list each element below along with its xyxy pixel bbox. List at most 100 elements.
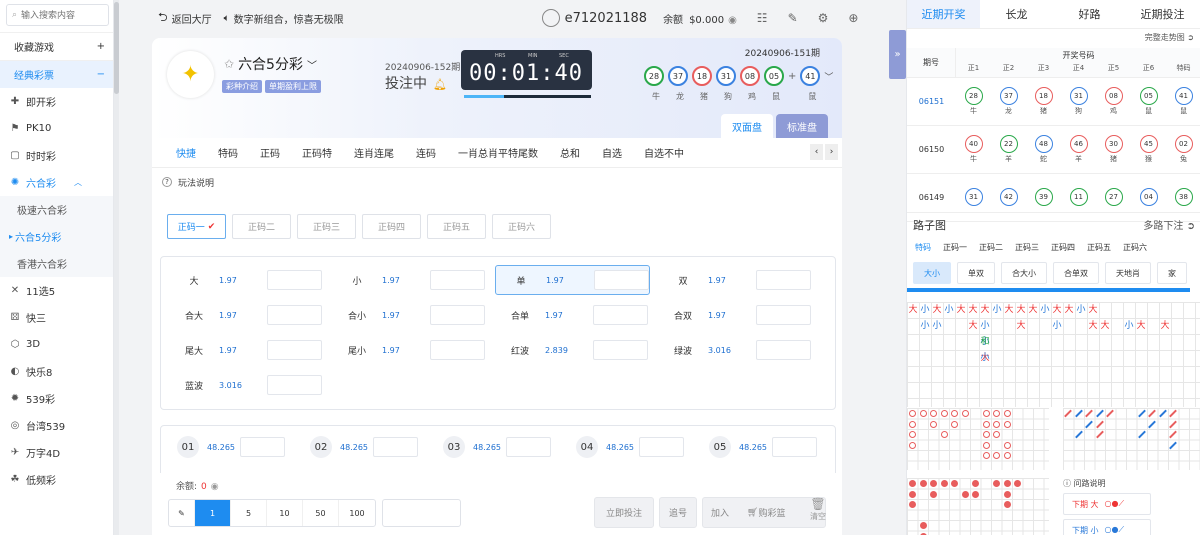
bet-option[interactable]: 合小 1.97: [332, 300, 487, 330]
tab-zhengma-1[interactable]: 正码一 ✔: [167, 214, 226, 239]
number-option[interactable]: 01 48.265: [177, 436, 285, 458]
edit-chips-icon[interactable]: ✎: [169, 500, 195, 526]
chevron-left-icon[interactable]: ‹: [810, 144, 823, 160]
chip-10[interactable]: 10: [267, 500, 303, 526]
announcement-icon[interactable]: ☷: [757, 11, 768, 25]
road-tab[interactable]: 特码: [915, 242, 931, 253]
game-intro-tag[interactable]: 彩种介绍: [222, 80, 262, 93]
bet-amount-input[interactable]: [430, 340, 485, 360]
bet-amount-input[interactable]: [430, 270, 485, 290]
tab-zhengma-3[interactable]: 正码三: [297, 214, 356, 239]
nav-group-classic[interactable]: 经典彩票 −: [0, 60, 113, 88]
nav-item-low-freq[interactable]: ☘ 低频彩: [0, 466, 113, 493]
multi-road-bet-link[interactable]: 多路下注 ➲: [1143, 217, 1195, 232]
tab-zhengma-6[interactable]: 正码六: [492, 214, 551, 239]
bet-option[interactable]: 红波 2.839: [495, 335, 650, 365]
edit-icon[interactable]: ✎: [788, 11, 798, 25]
chip-1[interactable]: 1: [195, 500, 231, 526]
bet-amount-input[interactable]: [593, 305, 648, 325]
search-input[interactable]: [21, 10, 92, 20]
tab-custom[interactable]: 自选: [602, 145, 622, 160]
tab-zhengma-2[interactable]: 正码二: [232, 214, 291, 239]
chip-5[interactable]: 5: [231, 500, 267, 526]
bet-option[interactable]: 尾大 1.97: [169, 335, 324, 365]
nav-item-11x5[interactable]: ✕ 11选5: [0, 277, 113, 304]
number-amount-input[interactable]: [772, 437, 817, 457]
tab-quick[interactable]: 快捷: [176, 145, 196, 160]
number-amount-input[interactable]: [639, 437, 684, 457]
nav-group-favorites[interactable]: 收藏游戏 +: [0, 32, 113, 60]
road-option[interactable]: 合单双: [1053, 262, 1099, 284]
road-option[interactable]: 单双: [957, 262, 995, 284]
road-option[interactable]: 天地肖: [1105, 262, 1151, 284]
nav-item-4d[interactable]: ✈ 万字4D: [0, 439, 113, 466]
road-tab[interactable]: 正码一: [943, 242, 967, 253]
tab-good-road[interactable]: 好路: [1053, 0, 1126, 28]
tab-special[interactable]: 特码: [218, 145, 238, 160]
profit-limit-tag[interactable]: 单期盈利上限: [265, 80, 321, 93]
favorite-star-icon[interactable]: ✩: [224, 57, 234, 71]
nav-sub-marksix-5min[interactable]: 六合5分彩: [0, 223, 113, 250]
collapse-panel-button[interactable]: »: [889, 30, 906, 79]
tab-custom-miss[interactable]: 自选不中: [644, 145, 684, 160]
tab-zhengmate[interactable]: 正码特: [302, 145, 332, 160]
tab-recent-draws[interactable]: 近期开奖: [907, 0, 980, 28]
road-tab[interactable]: 正码五: [1087, 242, 1111, 253]
bet-amount-input[interactable]: [756, 270, 811, 290]
road-option[interactable]: 家: [1157, 262, 1187, 284]
chevron-right-icon[interactable]: ›: [825, 144, 838, 160]
bet-option[interactable]: 双 1.97: [658, 265, 813, 295]
nav-item-3d[interactable]: ⬡ 3D: [0, 331, 113, 358]
bet-option[interactable]: 合大 1.97: [169, 300, 324, 330]
chevron-down-icon[interactable]: ﹀: [824, 70, 833, 83]
back-to-lobby-link[interactable]: ⮌ 返回大厅: [158, 8, 212, 29]
nav-sub-hk-marksix[interactable]: 香港六合彩: [0, 250, 113, 277]
tab-lianxiao[interactable]: 连肖连尾: [354, 145, 394, 160]
bet-amount-input[interactable]: [267, 340, 322, 360]
tab-recent-bets[interactable]: 近期投注: [1126, 0, 1199, 28]
bet-amount-input[interactable]: [267, 270, 322, 290]
add-to-cart-button[interactable]: 加入 🛒︎ 购彩篮: [702, 497, 826, 528]
tab-zhengma-4[interactable]: 正码四: [362, 214, 421, 239]
bet-now-button[interactable]: 立即投注: [594, 497, 654, 528]
nav-item-k3[interactable]: ⚄ 快三: [0, 304, 113, 331]
game-title[interactable]: ✩ 六合5分彩 ﹀: [224, 54, 317, 74]
chip-50[interactable]: 50: [303, 500, 339, 526]
bet-option[interactable]: 尾小 1.97: [332, 335, 487, 365]
tab-total[interactable]: 总和: [560, 145, 580, 160]
amount-input[interactable]: [382, 499, 461, 527]
bet-amount-input[interactable]: [593, 340, 648, 360]
bet-amount-input[interactable]: [756, 340, 811, 360]
bet-option[interactable]: 合单 1.97: [495, 300, 650, 330]
chase-button[interactable]: 追号: [659, 497, 697, 528]
bet-amount-input[interactable]: [267, 375, 322, 395]
number-amount-input[interactable]: [240, 437, 285, 457]
nav-item-pk10[interactable]: ⚑ PK10: [0, 115, 113, 142]
tab-zhengma[interactable]: 正码: [260, 145, 280, 160]
bet-amount-input[interactable]: [430, 305, 485, 325]
nav-item-kl8[interactable]: ◐ 快乐8: [0, 358, 113, 385]
bet-option[interactable]: 大 1.97: [169, 265, 324, 295]
number-option[interactable]: 02 48.265: [310, 436, 418, 458]
number-amount-input[interactable]: [373, 437, 418, 457]
nav-item-marksix[interactable]: ✺ 六合彩 ︿: [0, 169, 113, 196]
search-box[interactable]: ⌕: [6, 4, 109, 26]
next-big-button[interactable]: 下期 大 ○●⟋: [1063, 493, 1151, 515]
nav-item-instant[interactable]: ✚ 即开彩: [0, 88, 113, 115]
eye-icon[interactable]: ◉: [728, 15, 737, 26]
number-option[interactable]: 05 48.265: [709, 436, 817, 458]
road-tab[interactable]: 正码二: [979, 242, 1003, 253]
next-small-button[interactable]: 下期 小 ○●⟋: [1063, 519, 1151, 535]
number-option[interactable]: 04 48.265: [576, 436, 684, 458]
bet-option[interactable]: 单 1.97: [495, 265, 650, 295]
bet-amount-input[interactable]: [756, 305, 811, 325]
tab-zhengma-5[interactable]: 正码五: [427, 214, 486, 239]
tab-long-dragon[interactable]: 长龙: [980, 0, 1053, 28]
road-tab[interactable]: 正码六: [1123, 242, 1147, 253]
sidebar-scrollbar[interactable]: [114, 0, 119, 535]
chip-100[interactable]: 100: [339, 500, 375, 526]
bet-option[interactable]: 蓝波 3.016: [169, 370, 324, 400]
user-info[interactable]: e712021188: [541, 9, 647, 27]
nav-item-ssc[interactable]: ▢ 时时彩: [0, 142, 113, 169]
bet-option[interactable]: 小 1.97: [332, 265, 487, 295]
